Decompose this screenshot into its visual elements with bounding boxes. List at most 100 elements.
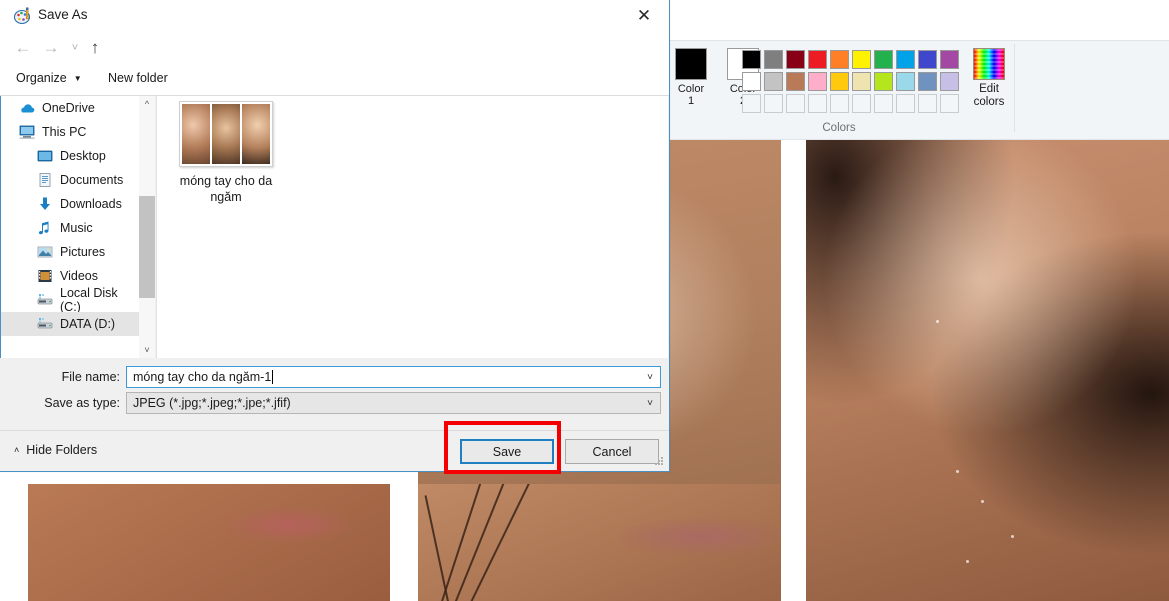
nav-pane-item-documents[interactable]: Documents [1,168,139,192]
dialog-navigation-bar: ← → ˅ ↑ « PHUONG › CONTENT › IG BYRIN ˅ … [0,32,669,91]
forward-icon[interactable]: → [40,37,62,59]
palette-swatch-1-5[interactable] [830,50,849,69]
resize-grip[interactable] [655,457,665,467]
edit-colors-icon [973,48,1005,80]
up-one-level-icon[interactable]: ↑ [84,37,106,59]
close-icon[interactable]: ✕ [627,4,661,28]
file-list-item[interactable]: móng tay cho da ngăm [171,101,281,205]
palette-swatch-2-8[interactable] [896,72,915,91]
canvas-photo-right [806,140,1169,601]
chevron-up-icon: ˄ [14,445,20,455]
palette-row-2 [742,72,959,91]
palette-swatch-3-6[interactable] [852,94,871,113]
savetype-row: Save as type: JPEG (*.jpg;*.jpeg;*.jpe;*… [0,392,669,414]
dialog-form-area: File name: móng tay cho da ngăm-1 ˅ Save… [0,358,669,430]
paint-ribbon-tabs-strip [660,0,1169,40]
palette-row-3 [742,94,959,113]
hard-disk-icon [37,292,53,308]
palette-swatch-3-2[interactable] [764,94,783,113]
scroll-up-icon[interactable]: ^ [139,96,155,112]
cancel-button[interactable]: Cancel [565,439,659,464]
organize-button[interactable]: Organize ▼ [16,71,82,85]
color1-swatch [675,48,707,80]
palette-swatch-1-1[interactable] [742,50,761,69]
nav-pane-item-downloads[interactable]: Downloads [1,192,139,216]
palette-swatch-2-4[interactable] [808,72,827,91]
nav-pane-item-videos[interactable]: Videos [1,264,139,288]
palette-swatch-1-10[interactable] [940,50,959,69]
scroll-down-icon[interactable]: ˅ [139,342,155,358]
recent-locations-icon[interactable]: ˅ [64,37,86,59]
dialog-command-bar: Organize ▼ New folder ▼ ? [0,64,669,153]
color1-label-line2: 1 [687,95,695,107]
palette-swatch-3-4[interactable] [808,94,827,113]
navigation-pane-scrollbar[interactable]: ^ ˅ [139,96,155,358]
nav-pane-item-label: Downloads [60,197,122,211]
canvas-photo-bottom-middle [418,484,780,601]
nav-pane-item-label: This PC [42,125,87,139]
palette-swatch-2-10[interactable] [940,72,959,91]
nav-pane-item-label: Local Disk (C:) [60,286,118,314]
palette-swatch-3-5[interactable] [830,94,849,113]
palette-swatch-1-2[interactable] [764,50,783,69]
palette-swatch-2-7[interactable] [874,72,893,91]
onedrive-cloud-icon [19,100,35,116]
palette-swatch-1-7[interactable] [874,50,893,69]
chevron-down-icon[interactable]: ˅ [647,372,653,383]
screen-root: Color 1 Color 2 Edit colors Colors [0,0,1169,601]
nav-pane-item-label: Desktop [60,149,106,163]
filename-input[interactable]: móng tay cho da ngăm-1 ˅ [126,366,661,388]
navigation-pane[interactable]: OneDrive This PC Desktop Documents Downloads… [1,96,139,358]
palette-swatch-3-9[interactable] [918,94,937,113]
palette-swatch-3-8[interactable] [896,94,915,113]
palette-swatch-2-5[interactable] [830,72,849,91]
hide-folders-label: Hide Folders [26,443,98,457]
nav-pane-item-this-pc[interactable]: This PC [1,120,139,144]
palette-swatch-1-4[interactable] [808,50,827,69]
new-folder-label: New folder [108,71,168,85]
new-folder-button[interactable]: New folder [108,71,168,85]
palette-swatch-2-2[interactable] [764,72,783,91]
palette-swatch-3-3[interactable] [786,94,805,113]
save-button[interactable]: Save [460,439,554,464]
chevron-down-icon[interactable]: ˅ [647,398,653,409]
palette-swatch-3-10[interactable] [940,94,959,113]
palette-swatch-2-3[interactable] [786,72,805,91]
color-palette[interactable] [742,50,959,116]
nav-pane-item-onedrive[interactable]: OneDrive [1,96,139,120]
scrollbar-thumb[interactable] [139,196,155,298]
palette-swatch-3-7[interactable] [874,94,893,113]
this-pc-icon [19,124,35,140]
dialog-title-bar[interactable]: Save As ✕ [0,0,669,32]
nav-pane-item-local-disk-c[interactable]: Local Disk (C:) [1,286,139,314]
downloads-icon [37,196,53,212]
music-note-icon [37,220,53,236]
chevron-down-icon: ▼ [73,73,82,83]
back-icon[interactable]: ← [12,37,34,59]
palette-swatch-2-1[interactable] [742,72,761,91]
palette-swatch-1-6[interactable] [852,50,871,69]
nav-pane-item-desktop[interactable]: Desktop [1,144,139,168]
color1-swatch-button[interactable]: Color 1 [668,48,714,107]
palette-swatch-3-1[interactable] [742,94,761,113]
edit-colors-button[interactable]: Edit colors [965,48,1013,109]
palette-swatch-2-6[interactable] [852,72,871,91]
nav-pane-item-music[interactable]: Music [1,216,139,240]
nav-pane-item-pictures[interactable]: Pictures [1,240,139,264]
edit-colors-label-line1: Edit [979,83,999,95]
palette-swatch-2-9[interactable] [918,72,937,91]
palette-swatch-1-8[interactable] [896,50,915,69]
file-list-pane[interactable]: móng tay cho da ngăm [156,96,668,358]
colors-group-caption: Colors [822,122,856,134]
hide-folders-button[interactable]: ˄ Hide Folders [14,443,97,457]
palette-swatch-1-9[interactable] [918,50,937,69]
dialog-title: Save As [38,7,88,22]
palette-swatch-1-3[interactable] [786,50,805,69]
nav-pane-item-label: OneDrive [42,101,95,115]
desktop-icon [37,148,53,164]
savetype-select[interactable]: JPEG (*.jpg;*.jpeg;*.jpe;*.jfif) ˅ [126,392,661,414]
nav-pane-item-label: Music [60,221,93,235]
nav-pane-item-data-d[interactable]: DATA (D:) [1,312,139,336]
filename-row: File name: móng tay cho da ngăm-1 ˅ [0,366,669,388]
color1-label-line1: Color [677,83,705,95]
